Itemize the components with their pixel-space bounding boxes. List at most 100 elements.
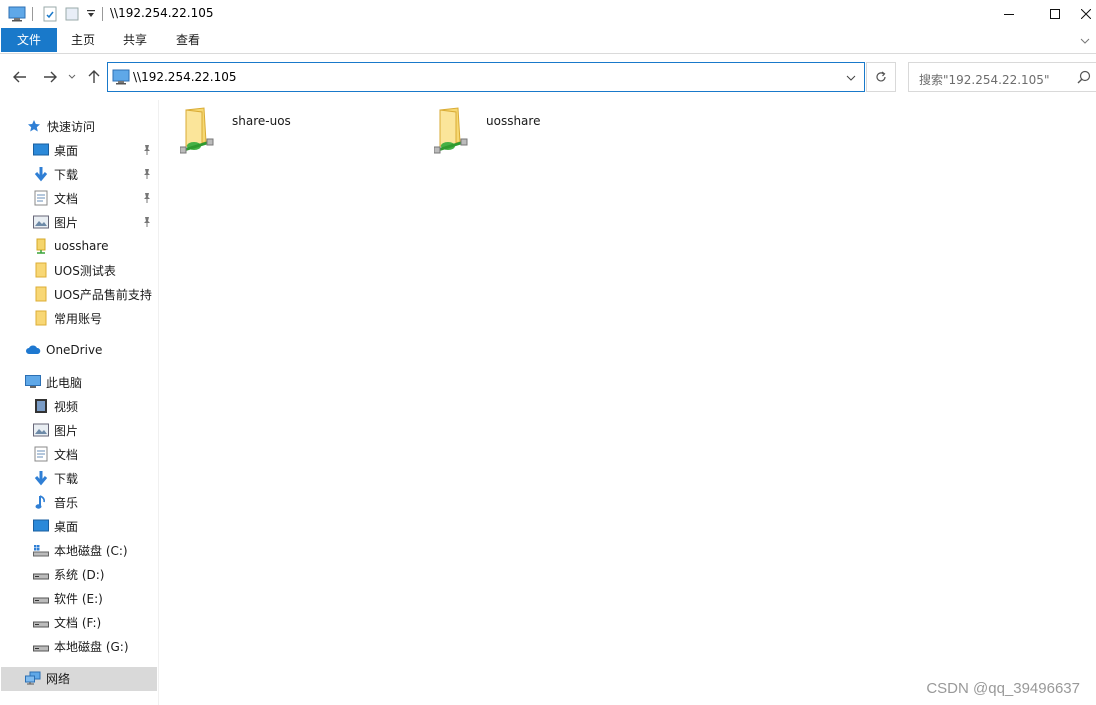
folder-item[interactable]: share-uos [179,106,291,157]
sidebar-item-documents-pc[interactable]: 文档 [33,442,78,466]
forward-button[interactable] [40,66,60,88]
recent-locations-button[interactable] [66,66,78,88]
forward-arrow-icon [44,71,57,83]
separator [32,7,33,21]
sidebar-item-videos[interactable]: 视频 [33,394,78,418]
sidebar-item-drive-c[interactable]: 本地磁盘 (C:) [33,538,128,562]
sidebar-item-downloads-pc[interactable]: 下载 [33,466,78,490]
sidebar-item-quick-access[interactable]: 快速访问 [26,114,95,138]
tab-share[interactable]: 共享 [114,28,156,52]
search-box[interactable]: 搜索"192.254.22.105" [908,62,1096,92]
sidebar-item-drive-f[interactable]: 文档 (F:) [33,610,101,634]
document-icon [33,190,49,206]
sidebar-item-label: 音乐 [54,495,79,510]
sidebar-item-drive-g[interactable]: 本地磁盘 (G:) [33,634,129,658]
maximize-button[interactable] [1032,0,1078,28]
sidebar-item-desktop[interactable]: 桌面 [33,138,78,162]
sidebar-item-music[interactable]: 音乐 [33,490,78,514]
new-folder-icon[interactable] [64,6,80,25]
close-button[interactable] [1076,0,1096,28]
sidebar-item-network[interactable]: 网络 [25,666,70,690]
sidebar-item-label: 常用账号 [54,311,103,326]
window-title: \\192.254.22.105 [110,6,214,20]
title-bar: \\192.254.22.105 [0,0,1096,28]
sidebar-item-label: 本地磁盘 (G:) [54,639,129,654]
pin-icon [142,216,152,231]
sidebar-item-label: 文档 [54,447,79,462]
address-dropdown-icon[interactable] [846,71,856,85]
folder-name: uosshare [486,114,541,128]
network-share-icon [33,238,49,254]
sidebar-item-label: UOS产品售前支持 [54,287,152,302]
pin-icon [142,168,152,183]
folder-icon [33,310,49,326]
sidebar-item-pictures[interactable]: 图片 [33,210,78,234]
sidebar-item-downloads[interactable]: 下载 [33,162,78,186]
sidebar-item-desktop-pc[interactable]: 桌面 [33,514,78,538]
refresh-button[interactable] [866,62,896,92]
sidebar-item-label: 下载 [54,167,79,182]
sidebar-item-label: 此电脑 [46,375,83,390]
sidebar-item-label: 文档 [54,191,79,206]
sidebar-item-pictures-pc[interactable]: 图片 [33,418,78,442]
sidebar-item-label: 系统 (D:) [54,567,105,582]
pin-icon [142,144,152,159]
sidebar-item-label: 图片 [54,215,79,230]
address-bar[interactable]: \\192.254.22.105 [107,62,865,92]
network-icon [25,670,41,686]
sidebar-item-this-pc[interactable]: 此电脑 [25,370,82,394]
navigation-pane: 快速访问 桌面 下载 文档 图片 uosshare UOS测试表 UOS产品售前… [0,108,158,705]
search-placeholder[interactable]: 搜索"192.254.22.105" [919,71,1049,88]
pane-divider[interactable] [158,100,159,705]
sidebar-item-label: 桌面 [54,519,79,534]
network-share-folder-icon [179,106,220,157]
minimize-button[interactable] [986,0,1032,28]
expand-ribbon-icon[interactable] [1080,34,1090,48]
picture-icon [33,422,49,438]
up-button[interactable] [84,66,104,88]
properties-icon[interactable] [42,6,58,25]
tab-view[interactable]: 查看 [167,28,209,52]
address-path[interactable]: \\192.254.22.105 [133,70,237,84]
ribbon-tabs: 文件 主页 共享 查看 [0,28,1096,54]
sidebar-item-label: 桌面 [54,143,79,158]
sidebar-item-label: 图片 [54,423,79,438]
sidebar-item-drive-d[interactable]: 系统 (D:) [33,562,104,586]
sidebar-item-label: 本地磁盘 (C:) [54,543,128,558]
close-icon [1081,9,1091,19]
sidebar-item-onedrive[interactable]: OneDrive [25,338,102,362]
sidebar-item-label: OneDrive [46,343,103,357]
network-share-folder-icon [433,106,474,157]
picture-icon [33,214,49,230]
computer-icon[interactable] [8,6,26,25]
desktop-icon [33,142,49,158]
minimize-icon [1004,14,1014,15]
sidebar-item-label: 快速访问 [47,119,96,134]
download-icon [33,470,49,486]
download-icon [33,166,49,182]
search-icon[interactable] [1077,70,1091,87]
video-icon [33,398,49,414]
sidebar-item-common-accounts[interactable]: 常用账号 [33,306,102,330]
sidebar-item-documents[interactable]: 文档 [33,186,78,210]
tab-home[interactable]: 主页 [62,28,104,52]
folder-icon [33,286,49,302]
back-button[interactable] [10,66,30,88]
pin-icon [142,192,152,207]
folder-item[interactable]: uosshare [433,106,540,157]
tab-file[interactable]: 文件 [1,28,57,52]
sidebar-item-uos-presales[interactable]: UOS产品售前支持 [33,282,152,306]
computer-icon [25,374,41,390]
customize-toolbar-icon[interactable] [86,8,96,22]
up-arrow-icon [88,70,100,83]
sidebar-item-drive-e[interactable]: 软件 (E:) [33,586,103,610]
music-icon [33,494,49,510]
watermark: CSDN @qq_39496637 [926,680,1080,697]
back-arrow-icon [13,71,26,83]
sidebar-item-uos-test-sheet[interactable]: UOS测试表 [33,258,116,282]
navigation-bar: \\192.254.22.105 搜索"192.254.22.105" [0,58,1096,96]
drive-icon [33,590,49,606]
sidebar-item-uosshare[interactable]: uosshare [33,234,108,258]
sidebar-item-label: 视频 [54,399,79,414]
cloud-icon [25,342,41,358]
